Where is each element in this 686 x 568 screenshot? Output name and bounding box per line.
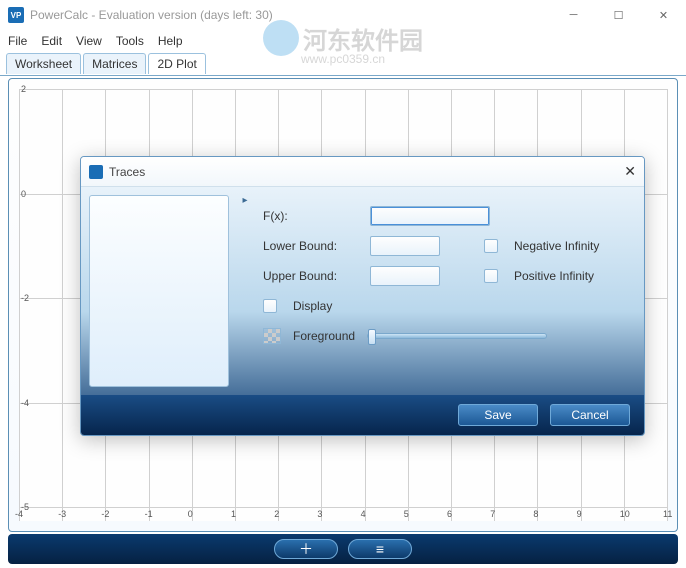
- cancel-button[interactable]: Cancel: [550, 404, 630, 426]
- save-button[interactable]: Save: [458, 404, 538, 426]
- window-title: PowerCalc - Evaluation version (days lef…: [30, 8, 273, 22]
- foreground-slider[interactable]: [367, 333, 547, 339]
- menu-view[interactable]: View: [76, 34, 102, 48]
- close-button[interactable]: ✕: [641, 0, 686, 30]
- dialog-app-icon: [89, 165, 103, 179]
- lower-bound-label: Lower Bound:: [263, 239, 358, 253]
- collapse-toggle[interactable]: ▸: [237, 187, 253, 395]
- foreground-label: Foreground: [293, 329, 355, 343]
- slider-thumb[interactable]: [368, 329, 376, 345]
- x-tick-label: 3: [317, 509, 322, 519]
- x-tick-label: 5: [404, 509, 409, 519]
- y-tick-label: -4: [21, 398, 29, 408]
- x-tick-label: 10: [620, 509, 630, 519]
- tabbar: Worksheet Matrices 2D Plot: [0, 52, 686, 76]
- x-tick-label: -1: [145, 509, 153, 519]
- list-button[interactable]: ≡: [348, 539, 412, 559]
- x-tick-label: 1: [231, 509, 236, 519]
- dialog-close-icon[interactable]: ✕: [624, 163, 636, 180]
- positive-infinity-checkbox[interactable]: [484, 269, 498, 283]
- fx-label: F(x):: [263, 209, 358, 223]
- maximize-button[interactable]: ☐: [596, 0, 641, 30]
- traces-dialog: Traces ✕ ▸ F(x): Lower Bound: Negative I…: [80, 156, 645, 436]
- tab-matrices[interactable]: Matrices: [83, 53, 146, 74]
- x-tick-label: 8: [533, 509, 538, 519]
- bottom-toolbar: ＋ ≡: [8, 534, 678, 564]
- app-icon: VP: [8, 7, 24, 23]
- window-titlebar: VP PowerCalc - Evaluation version (days …: [0, 0, 686, 30]
- plus-icon: ＋: [299, 539, 313, 559]
- dialog-body: ▸ F(x): Lower Bound: Negative Infinity U…: [81, 187, 644, 395]
- x-tick-label: 6: [447, 509, 452, 519]
- display-label: Display: [293, 299, 332, 313]
- y-tick-label: -2: [21, 293, 29, 303]
- traces-listbox[interactable]: [89, 195, 229, 387]
- menu-tools[interactable]: Tools: [116, 34, 144, 48]
- fx-input[interactable]: [370, 206, 490, 226]
- menu-edit[interactable]: Edit: [41, 34, 62, 48]
- lower-bound-input[interactable]: [370, 236, 440, 256]
- dialog-title-text: Traces: [109, 165, 145, 179]
- menu-help[interactable]: Help: [158, 34, 183, 48]
- x-tick-label: 4: [361, 509, 366, 519]
- minimize-button[interactable]: ─: [551, 0, 596, 30]
- list-icon: ≡: [376, 541, 384, 557]
- add-button[interactable]: ＋: [274, 539, 338, 559]
- x-tick-label: 9: [577, 509, 582, 519]
- x-tick-label: 7: [490, 509, 495, 519]
- negative-infinity-label: Negative Infinity: [514, 239, 599, 253]
- foreground-color-swatch[interactable]: [263, 328, 281, 344]
- y-tick-label: 0: [21, 189, 26, 199]
- dialog-footer: Save Cancel: [81, 395, 644, 435]
- positive-infinity-label: Positive Infinity: [514, 269, 594, 283]
- tab-2d-plot[interactable]: 2D Plot: [148, 53, 205, 74]
- display-checkbox[interactable]: [263, 299, 277, 313]
- dialog-form: F(x): Lower Bound: Negative Infinity Upp…: [253, 187, 644, 395]
- negative-infinity-checkbox[interactable]: [484, 239, 498, 253]
- menu-file[interactable]: File: [8, 34, 27, 48]
- upper-bound-input[interactable]: [370, 266, 440, 286]
- menubar: File Edit View Tools Help: [0, 30, 686, 52]
- upper-bound-label: Upper Bound:: [263, 269, 358, 283]
- y-tick-label: -5: [21, 502, 29, 512]
- x-tick-label: 11: [663, 509, 672, 519]
- x-tick-label: 2: [274, 509, 279, 519]
- tab-worksheet[interactable]: Worksheet: [6, 53, 81, 74]
- x-tick-label: 0: [188, 509, 193, 519]
- y-tick-label: 2: [21, 84, 26, 94]
- x-tick-label: -3: [58, 509, 66, 519]
- dialog-titlebar[interactable]: Traces ✕: [81, 157, 644, 187]
- x-tick-label: -2: [101, 509, 109, 519]
